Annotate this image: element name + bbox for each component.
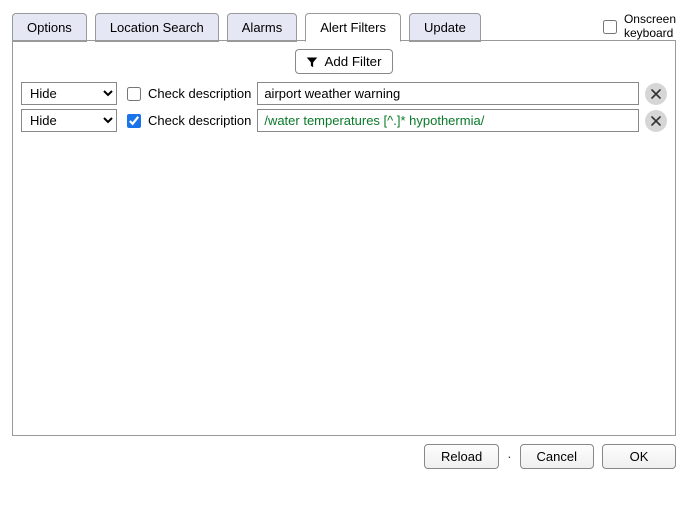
check-description-label: Check description <box>148 86 251 101</box>
alert-filters-panel: Add Filter Hide Check description Hide C… <box>12 40 676 436</box>
remove-filter-button[interactable] <box>645 110 667 132</box>
cancel-button[interactable]: Cancel <box>520 444 594 469</box>
tab-options[interactable]: Options <box>12 13 87 42</box>
tab-alert-filters[interactable]: Alert Filters <box>305 13 401 42</box>
reload-button[interactable]: Reload <box>424 444 499 469</box>
close-icon <box>651 116 661 126</box>
onscreen-keyboard-toggle[interactable]: Onscreen keyboard <box>599 13 676 39</box>
onscreen-keyboard-label-1: Onscreen <box>624 13 676 26</box>
remove-filter-button[interactable] <box>645 83 667 105</box>
ok-button[interactable]: OK <box>602 444 676 469</box>
check-description-toggle[interactable]: Check description <box>123 111 251 131</box>
filter-pattern-input[interactable] <box>257 109 639 132</box>
check-description-toggle[interactable]: Check description <box>123 84 251 104</box>
add-filter-label: Add Filter <box>324 54 381 69</box>
separator-dot: · <box>507 449 511 464</box>
tab-location-search[interactable]: Location Search <box>95 13 219 42</box>
check-description-checkbox[interactable] <box>127 87 141 101</box>
onscreen-keyboard-label-2: keyboard <box>624 27 676 40</box>
filter-action-select[interactable]: Hide <box>21 82 117 105</box>
filter-row: Hide Check description <box>21 82 667 105</box>
filter-row: Hide Check description <box>21 109 667 132</box>
filter-pattern-input[interactable] <box>257 82 639 105</box>
filter-icon <box>306 56 318 68</box>
onscreen-keyboard-checkbox[interactable] <box>603 20 617 34</box>
tab-bar: Options Location Search Alarms Alert Fil… <box>12 12 591 41</box>
tab-alarms[interactable]: Alarms <box>227 13 297 42</box>
tab-update[interactable]: Update <box>409 13 481 42</box>
dialog-footer: Reload · Cancel OK <box>12 444 676 469</box>
close-icon <box>651 89 661 99</box>
check-description-label: Check description <box>148 113 251 128</box>
add-filter-button[interactable]: Add Filter <box>295 49 392 74</box>
filter-action-select[interactable]: Hide <box>21 109 117 132</box>
check-description-checkbox[interactable] <box>127 114 141 128</box>
